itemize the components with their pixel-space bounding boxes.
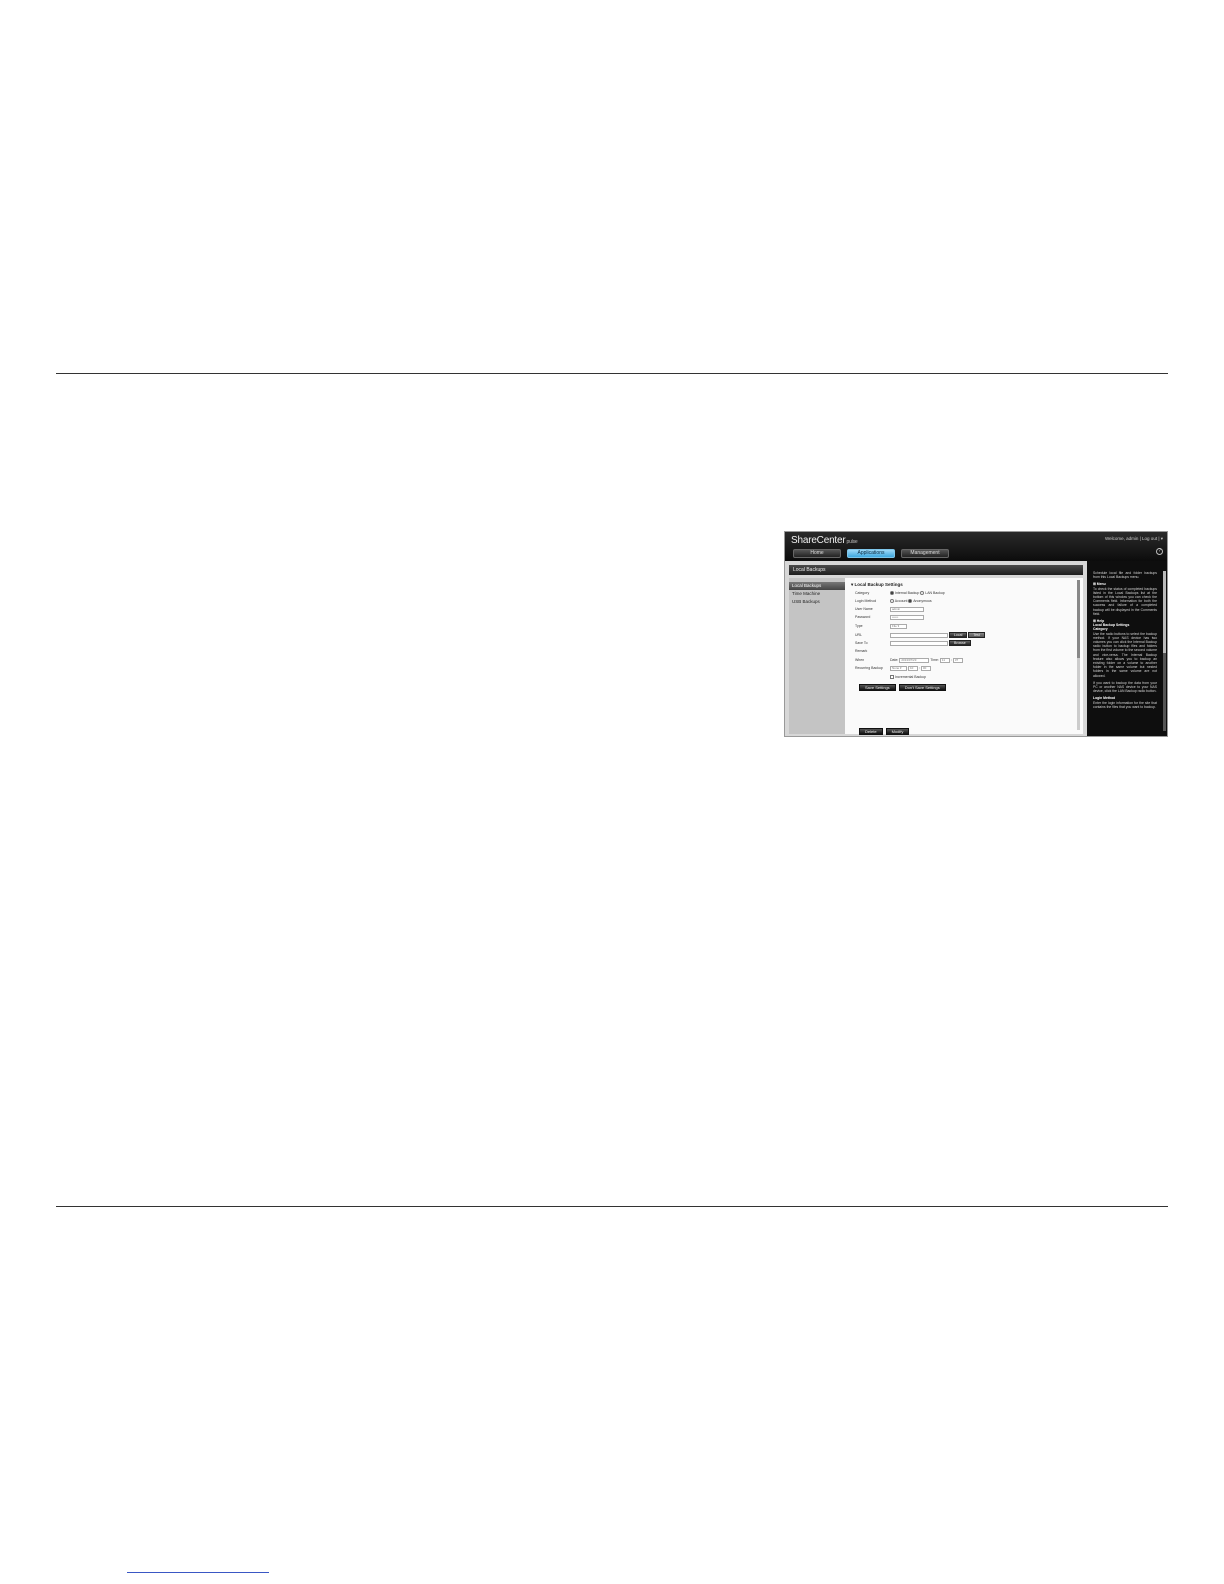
recurring-select-value: None — [892, 665, 900, 670]
type-select-value: File — [892, 623, 897, 628]
help-category-text: Use the radio buttons to select the back… — [1093, 631, 1157, 678]
browse-button[interactable]: Browse — [948, 640, 971, 647]
account-radio[interactable] — [890, 599, 894, 604]
delete-button[interactable]: Delete — [859, 728, 883, 735]
sidebar-item-local-backups[interactable]: Local Backups — [789, 582, 845, 590]
hour-select[interactable]: 11 — [939, 657, 950, 663]
saveto-label: Save To — [855, 641, 868, 645]
login-label: Login Method — [855, 599, 877, 603]
type-select[interactable]: File ▾ — [890, 623, 907, 629]
username-input[interactable]: admin — [890, 606, 924, 612]
section-title-text: Local Backup Settings — [854, 582, 903, 587]
help-pane: Schedule local file and folder backups f… — [1087, 561, 1167, 736]
time-label: Time: — [930, 658, 939, 662]
when-label: When — [855, 658, 865, 662]
modify-button[interactable]: Modify — [885, 728, 910, 735]
panel-title: Local Backups — [789, 565, 1083, 575]
saveto-input[interactable] — [890, 640, 948, 646]
sidebar-item-time-machine[interactable]: Time Machine — [789, 590, 845, 598]
help-icon[interactable]: ? — [1156, 548, 1163, 555]
nav-tabs: Home Applications Management — [793, 549, 949, 558]
category-label: Category — [855, 591, 870, 595]
url-input[interactable] — [890, 632, 948, 638]
settings-content: ▾ Local Backup Settings Category Interna… — [845, 578, 1083, 735]
test-button[interactable]: Test — [968, 632, 985, 639]
recurring-hour-select[interactable]: 10 — [907, 665, 918, 671]
dont-save-settings-button[interactable]: Don't Save Settings — [898, 684, 946, 691]
date-input[interactable]: 2013/07/23 — [899, 657, 930, 663]
help-menu-text: To check the status of completed backups… — [1093, 586, 1157, 616]
password-label: Password — [855, 615, 871, 619]
help-scroll-thumb[interactable] — [1163, 571, 1166, 653]
incremental-checkbox[interactable] — [890, 675, 894, 680]
settings-buttons: Save Settings Don't Save Settings — [859, 684, 946, 691]
help-text: Schedule local file and folder backups f… — [1093, 571, 1157, 712]
remark-label: Remark — [855, 649, 868, 653]
internal-backup-radio[interactable] — [890, 591, 894, 596]
top-rule — [56, 373, 1168, 374]
minute-select[interactable]: 37 — [952, 657, 963, 663]
bottom-rule — [56, 1206, 1168, 1207]
footer-link-underline[interactable] — [127, 1572, 269, 1573]
date-label: Date: — [890, 658, 899, 662]
sidebar-item-usb-backups[interactable]: USB Backups — [789, 598, 845, 606]
sharecenter-logo: ShareCenterpulse — [791, 535, 858, 546]
account-label: Account — [894, 599, 908, 603]
password-input[interactable]: •••••• — [890, 614, 924, 620]
tab-applications[interactable]: Applications — [847, 549, 895, 558]
logo-text: ShareCenter — [791, 535, 846, 546]
internal-backup-label: Internal Backup — [894, 591, 920, 595]
section-title: ▾ Local Backup Settings — [851, 582, 903, 587]
help-intro: Schedule local file and folder backups f… — [1093, 571, 1157, 580]
save-settings-button[interactable]: Save Settings — [859, 684, 896, 691]
help-lan-text: If you want to backup the data from your… — [1093, 680, 1157, 694]
content-scrollbar[interactable] — [1077, 580, 1080, 730]
help-scrollbar[interactable] — [1163, 571, 1166, 731]
logo-subtext: pulse — [846, 539, 858, 545]
anonymous-radio[interactable] — [908, 599, 913, 604]
header-bar: ShareCenterpulse Welcome, admin | Log ou… — [785, 532, 1167, 561]
incremental-label: Incremental Backup — [894, 675, 926, 679]
lan-backup-radio[interactable] — [920, 591, 925, 596]
recurring-label: Recurring Backup — [855, 666, 883, 670]
recurring-minute-select[interactable]: 00 — [920, 665, 931, 671]
recurring-select[interactable]: None ▾ — [890, 665, 907, 671]
local-button[interactable]: Local — [948, 632, 968, 639]
sharecenter-screenshot: ShareCenterpulse Welcome, admin | Log ou… — [784, 531, 1168, 737]
list-buttons: Delete Modify — [859, 728, 910, 735]
type-label: Type — [855, 624, 863, 628]
main-area: Local Backups Local Backups Time Machine… — [785, 561, 1087, 736]
sidebar: Local Backups Time Machine USB Backups — [789, 578, 845, 734]
anonymous-label: Anonymous — [913, 599, 932, 603]
welcome-logout[interactable]: Welcome, admin | Log out | ▾ — [1105, 536, 1163, 542]
tab-management[interactable]: Management — [901, 549, 949, 558]
username-label: User Name — [855, 607, 873, 611]
tab-home[interactable]: Home — [793, 549, 841, 558]
url-label: URL — [855, 633, 863, 637]
lan-backup-label: LAN Backup — [925, 591, 945, 595]
help-login-text: Enter the login information for the site… — [1093, 700, 1157, 709]
content-scroll-thumb[interactable] — [1077, 580, 1080, 658]
